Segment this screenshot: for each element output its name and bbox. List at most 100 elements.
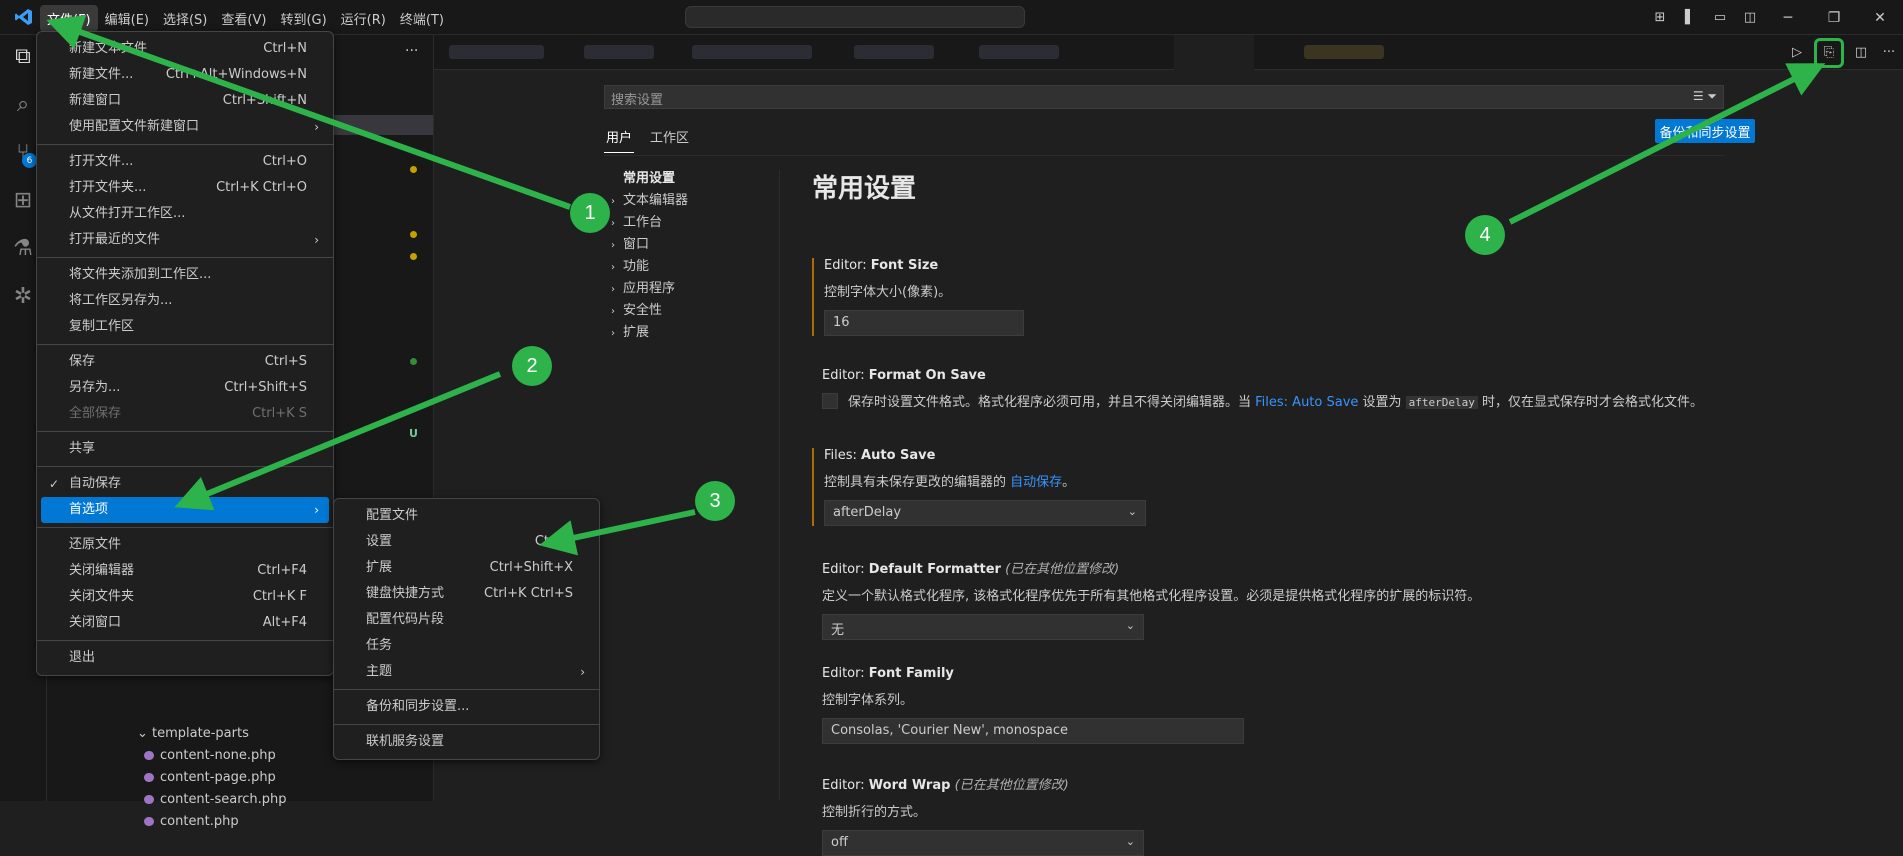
editor-tab[interactable] [449,45,544,59]
editor-tab[interactable] [692,45,812,59]
menu-item[interactable]: 主题 › [338,659,595,685]
more-actions-icon[interactable]: ··· [405,43,418,59]
menu-item[interactable]: 打开文件... Ctrl+O [41,149,329,175]
close-icon[interactable]: ✕ [1857,0,1903,35]
auto-save-link[interactable]: 自动保存 [1010,475,1062,490]
format-on-save-checkbox[interactable] [822,392,838,409]
menu-item[interactable]: 关闭编辑器 Ctrl+F4 [41,558,329,584]
backup-sync-button[interactable]: 备份和同步设置 [1655,119,1755,143]
divider [604,155,1724,156]
menu-view[interactable]: 查看(V) [214,5,273,32]
menu-item[interactable]: 复制工作区 [41,314,329,340]
toc-item[interactable]: › 文本编辑器 [611,190,688,212]
more-actions-icon[interactable]: ··· [1878,42,1900,64]
menu-item[interactable]: 新建文本文件 Ctrl+N [41,36,329,62]
toc-item[interactable]: › 应用程序 [611,278,688,300]
menu-item-shortcut: Ctrl+, [534,534,573,549]
restore-icon[interactable]: ❐ [1811,0,1857,35]
tree-file[interactable]: content-page.php [144,770,276,785]
tree-folder[interactable]: ⌄ template-parts [137,726,249,741]
toggle-secondary-sidebar-icon[interactable]: ◫ [1739,7,1761,29]
tree-file[interactable]: content-search.php [144,792,287,807]
word-wrap-select[interactable]: off ⌄ [822,830,1144,856]
remote-explorer-icon[interactable]: ✲ [10,283,36,309]
menu-item[interactable]: 联机服务设置 [338,729,595,755]
auto-save-select[interactable]: afterDelay ⌄ [824,500,1146,526]
menu-item[interactable]: 将工作区另存为... [41,288,329,314]
toc-item[interactable]: › 工作台 [611,212,688,234]
run-icon[interactable]: ▷ [1786,42,1808,64]
annotation-badge: 2 [512,346,552,386]
search-icon[interactable]: ⌕ [10,91,36,117]
setting-label: Editor: Font Size [824,258,939,273]
toc-item[interactable]: › 窗口 [611,234,688,256]
toc-item[interactable]: › 扩展 [611,322,688,344]
menu-edit[interactable]: 编辑(E) [98,5,156,32]
menu-item[interactable]: 备份和同步设置... [338,694,595,720]
toggle-primary-sidebar-icon[interactable]: ▌ [1679,7,1701,29]
modified-dot [410,231,417,238]
toc-item[interactable]: › 功能 [611,256,688,278]
auto-save-link[interactable]: Files: Auto Save [1255,395,1358,410]
menu-item[interactable]: 关闭窗口 Alt+F4 [41,610,329,636]
editor-tab-active[interactable] [1174,35,1254,70]
menu-terminal[interactable]: 终端(T) [393,5,451,32]
open-settings-json-icon[interactable]: ⎘ [1814,37,1844,68]
menu-go[interactable]: 转到(G) [273,5,333,32]
menu-item-label: 另存为... [69,380,121,395]
font-size-input[interactable]: 16 [824,310,1024,336]
menu-item[interactable]: 新建窗口 Ctrl+Shift+N [41,88,329,114]
minimize-icon[interactable]: ─ [1765,0,1811,35]
menu-item[interactable]: ✓ 自动保存 [41,471,329,497]
menu-item[interactable]: 扩展 Ctrl+Shift+X [338,555,595,581]
menu-item[interactable]: 键盘快捷方式 Ctrl+K Ctrl+S [338,581,595,607]
settings-search-input[interactable]: 搜索设置 ☰ ⏷ [604,85,1724,109]
menu-item[interactable]: 新建文件... Ctrl+Alt+Windows+N [41,62,329,88]
editor-tab[interactable] [1304,45,1384,59]
menu-item[interactable]: 使用配置文件新建窗口 › [41,114,329,140]
menu-item[interactable]: 打开文件夹... Ctrl+K Ctrl+O [41,175,329,201]
menu-item[interactable]: 配置文件 [338,503,595,529]
font-family-input[interactable]: Consolas, 'Courier New', monospace [822,718,1244,744]
tree-file[interactable]: content.php [144,814,239,829]
editor-tab[interactable] [854,45,934,59]
title-bar-controls: ⊞ ▌ ▭ ◫ ─ ❐ ✕ [1645,0,1903,35]
toggle-panel-icon[interactable]: ▭ [1709,7,1731,29]
toc-item[interactable]: 常用设置 [611,168,688,190]
testing-icon[interactable]: ⚗ [10,235,36,261]
setting-description: 控制折行的方式。 [822,805,927,820]
menu-item[interactable]: 首选项 › [41,497,329,523]
extensions-icon[interactable]: ⊞ [10,187,36,213]
menu-item[interactable]: 任务 [338,633,595,659]
setting-word-wrap: Editor: Word Wrap (已在其他位置修改) 控制折行的方式。 of… [812,774,1712,856]
menu-item[interactable]: 另存为... Ctrl+Shift+S [41,375,329,401]
filter-icon[interactable]: ☰ ⏷ [1693,89,1717,104]
customize-layout-icon[interactable]: ⊞ [1649,7,1671,29]
menu-item[interactable]: 共享 › [41,436,329,462]
command-center[interactable] [685,6,1025,28]
default-formatter-select[interactable]: 无 ⌄ [822,614,1144,640]
tab-user[interactable]: 用户 [604,125,635,153]
menu-item[interactable]: 打开最近的文件 › [41,227,329,253]
menu-file[interactable]: 文件(F) [40,5,98,32]
menu-item[interactable]: 将文件夹添加到工作区... [41,262,329,288]
menu-selection[interactable]: 选择(S) [156,5,214,32]
editor-tab[interactable] [584,45,654,59]
chevron-right-icon: › [580,665,585,679]
menu-item[interactable]: 保存 Ctrl+S [41,349,329,375]
menu-item[interactable]: 还原文件 [41,532,329,558]
tab-workspace[interactable]: 工作区 [648,125,691,153]
menu-item[interactable]: 设置 Ctrl+, [338,529,595,555]
toc-item[interactable]: › 安全性 [611,300,688,322]
menu-item[interactable]: 关闭文件夹 Ctrl+K F [41,584,329,610]
menu-item[interactable]: 配置代码片段 [338,607,595,633]
editor-tab[interactable] [979,45,1059,59]
split-editor-icon[interactable]: ◫ [1850,42,1872,64]
menu-item-label: 全部保存 [69,406,122,421]
menu-item[interactable]: 退出 [41,645,329,671]
explorer-icon[interactable]: ⧉ [10,43,36,69]
menu-run[interactable]: 运行(R) [334,5,393,32]
tree-file[interactable]: content-none.php [144,748,276,763]
php-file-icon [144,817,154,826]
menu-item[interactable]: 从文件打开工作区... [41,201,329,227]
